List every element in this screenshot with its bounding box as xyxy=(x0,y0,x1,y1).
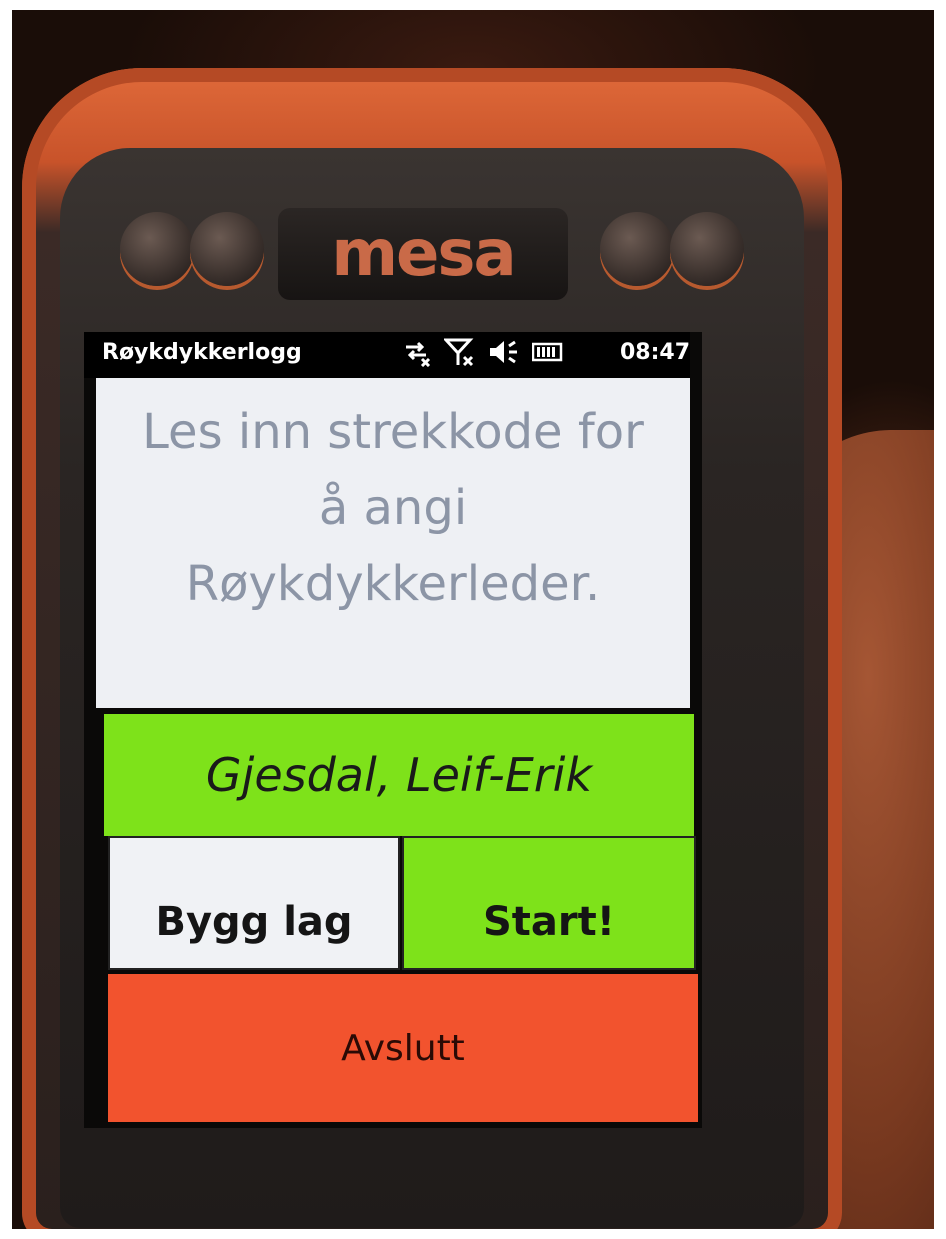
app-title: Røykdykkerlogg xyxy=(102,340,302,365)
hardware-button-right-1[interactable] xyxy=(600,212,674,286)
photo-frame: mesa Røykdykkerlogg 08:47 Les inn strekk… xyxy=(12,10,934,1229)
action-button-row: Bygg lag Start! xyxy=(108,836,696,974)
clock: 08:47 xyxy=(620,340,691,365)
speaker-icon[interactable] xyxy=(488,338,520,372)
scan-prompt-text: Les inn strekkode for å angi Røykdykkerl… xyxy=(142,404,644,612)
status-bar: Røykdykkerlogg 08:47 xyxy=(84,332,690,378)
hardware-button-left-1[interactable] xyxy=(120,212,194,286)
data-off-icon[interactable] xyxy=(402,337,432,373)
build-team-button[interactable]: Bygg lag xyxy=(108,836,400,970)
hardware-button-right-2[interactable] xyxy=(670,212,744,286)
battery-icon[interactable] xyxy=(531,341,564,369)
smoke-diver-leader-field[interactable]: Gjesdal, Leif-Erik xyxy=(104,714,694,836)
brand-logo: mesa xyxy=(278,208,568,300)
start-button[interactable]: Start! xyxy=(402,836,696,970)
device-screen: Røykdykkerlogg 08:47 Les inn strekkode f… xyxy=(84,332,702,1128)
hardware-button-left-2[interactable] xyxy=(190,212,264,286)
scan-prompt-area: Les inn strekkode for å angi Røykdykkerl… xyxy=(96,378,690,708)
signal-off-icon[interactable] xyxy=(442,337,476,373)
quit-button[interactable]: Avslutt xyxy=(108,974,698,1122)
status-icons xyxy=(402,338,564,372)
